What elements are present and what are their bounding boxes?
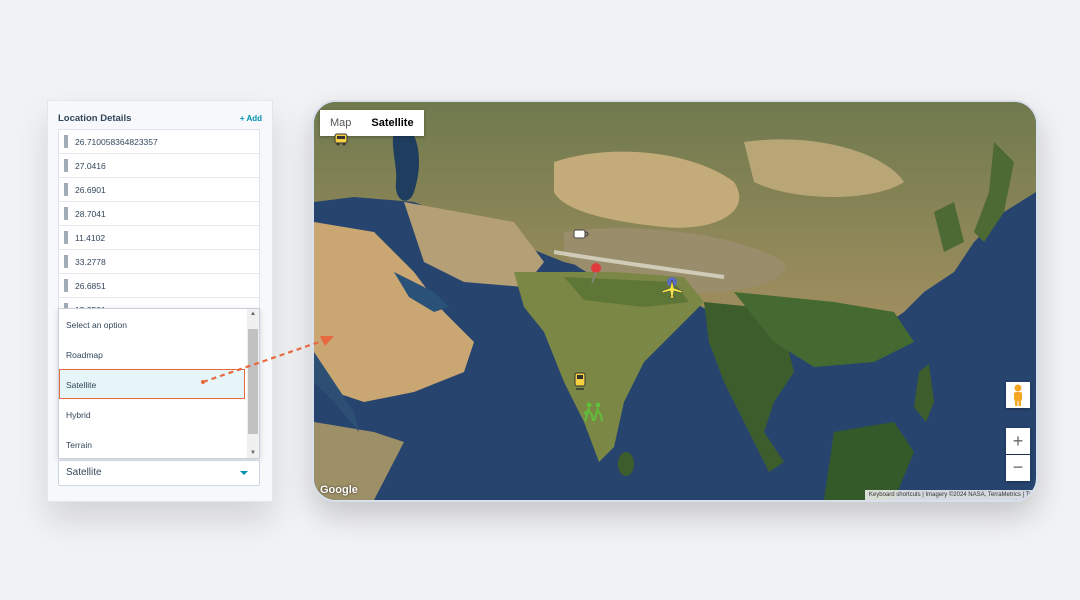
option-label: Roadmap <box>66 350 103 360</box>
drag-handle-icon[interactable] <box>64 135 68 148</box>
dropdown-option-terrain[interactable]: Terrain <box>59 429 245 459</box>
option-label: Select an option <box>66 320 127 330</box>
map-type-satellite-button[interactable]: Satellite <box>361 110 423 136</box>
terms-link[interactable]: Te <box>1026 492 1032 498</box>
map-attribution: Keyboard shortcuts | Imagery ©2024 NASA,… <box>864 490 1036 500</box>
drag-handle-icon[interactable] <box>64 159 68 172</box>
select-value: Satellite <box>66 467 102 478</box>
street-view-pegman-icon[interactable] <box>1006 382 1030 408</box>
coordinate-value: 11.4102 <box>75 233 106 243</box>
zoom-out-button[interactable]: − <box>1006 455 1030 481</box>
dropdown-option-roadmap[interactable]: Roadmap <box>59 339 245 369</box>
caret-down-icon <box>240 471 248 475</box>
scroll-up-icon[interactable]: ▲ <box>247 311 259 317</box>
coordinate-value: 27.0416 <box>75 161 106 171</box>
drag-handle-icon[interactable] <box>64 183 68 196</box>
map-type-dropdown-list: Select an option Roadmap Satellite Hybri… <box>58 308 260 459</box>
coordinate-value: 33.2778 <box>75 257 106 267</box>
imagery-credit: Imagery ©2024 NASA, TerraMetrics <box>925 492 1021 498</box>
map-type-select[interactable]: Satellite <box>58 460 260 486</box>
keyboard-shortcuts-link[interactable]: Keyboard shortcuts <box>869 492 921 498</box>
coffee-marker-icon[interactable] <box>572 226 590 242</box>
add-location-button[interactable]: + Add <box>240 114 262 123</box>
scrollbar-thumb[interactable] <box>248 329 258 434</box>
coordinate-row[interactable]: 28.7041 <box>59 202 259 226</box>
coordinate-value: 26.6851 <box>75 281 106 291</box>
drag-handle-icon[interactable] <box>64 255 68 268</box>
drag-handle-icon[interactable] <box>64 279 68 292</box>
coordinate-row[interactable]: 26.6901 <box>59 178 259 202</box>
train-marker-icon[interactable] <box>573 372 587 390</box>
coordinate-row[interactable]: 26.710058364823357 <box>59 130 259 154</box>
option-label: Terrain <box>66 440 92 450</box>
hiking-marker-icon[interactable] <box>582 401 604 423</box>
scroll-down-icon[interactable]: ▼ <box>247 450 259 456</box>
satellite-map[interactable]: Map Satellite + − Google Keyboard shortc… <box>312 100 1038 502</box>
bus-marker-icon[interactable] <box>334 132 348 146</box>
coordinate-list: 26.710058364823357 27.0416 26.6901 28.70… <box>58 129 260 313</box>
coordinate-row[interactable]: 27.0416 <box>59 154 259 178</box>
dropdown-option-placeholder[interactable]: Select an option <box>59 309 245 339</box>
drag-handle-icon[interactable] <box>64 231 68 244</box>
google-logo: Google <box>320 484 358 496</box>
coordinate-value: 26.6901 <box>75 185 106 195</box>
zoom-in-button[interactable]: + <box>1006 428 1030 454</box>
drag-handle-icon[interactable] <box>64 207 68 220</box>
panel-header: Location Details + Add <box>58 113 262 127</box>
dropdown-option-satellite[interactable]: Satellite <box>59 369 245 399</box>
option-label: Satellite <box>66 380 97 390</box>
satellite-imagery <box>314 102 1036 500</box>
coordinate-row[interactable]: 11.4102 <box>59 226 259 250</box>
coordinate-row[interactable]: 26.6851 <box>59 274 259 298</box>
airplane-marker-icon[interactable] <box>661 276 683 300</box>
panel-title: Location Details <box>58 113 132 124</box>
option-label: Hybrid <box>66 410 91 420</box>
location-details-panel: Location Details + Add 26.71005836482335… <box>47 100 273 502</box>
dropdown-scrollbar[interactable]: ▲ ▼ <box>247 309 259 458</box>
dropdown-option-hybrid[interactable]: Hybrid <box>59 399 245 429</box>
pushpin-marker-icon[interactable] <box>588 262 604 284</box>
coordinate-row[interactable]: 33.2778 <box>59 250 259 274</box>
coordinate-value: 26.710058364823357 <box>75 137 158 147</box>
coordinate-value: 28.7041 <box>75 209 106 219</box>
